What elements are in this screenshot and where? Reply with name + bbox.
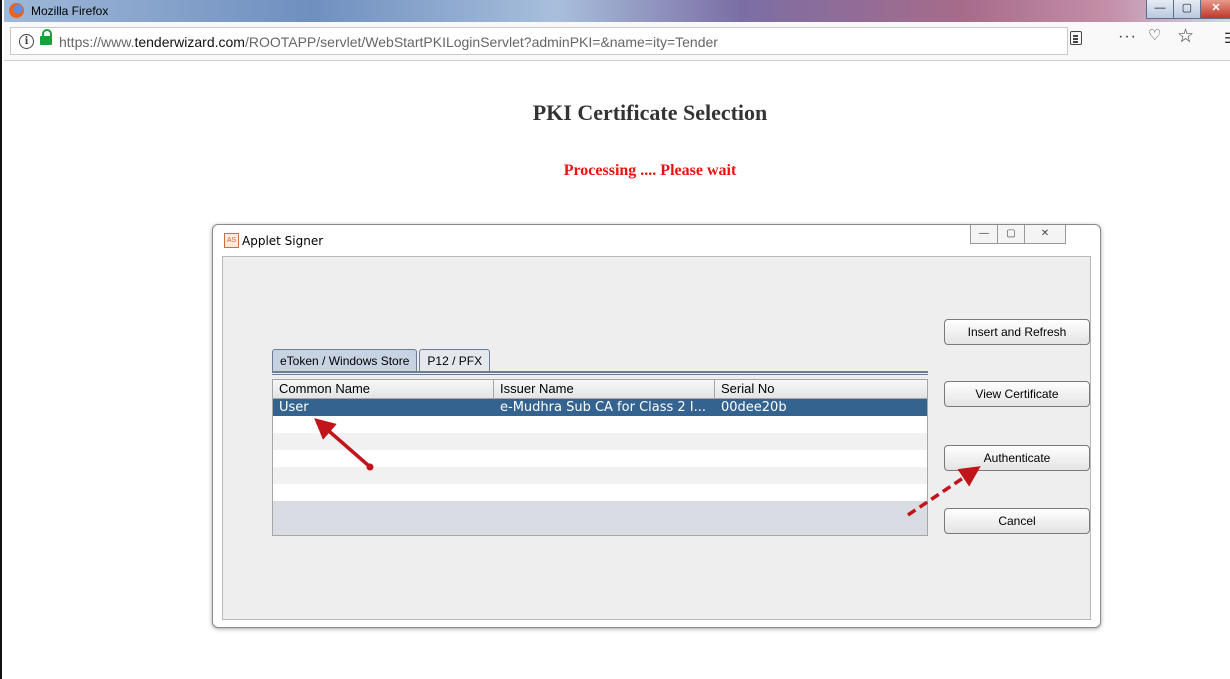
arrow-to-authenticate [907, 466, 981, 517]
browser-window: Mozilla Firefox — ▢ ✕ i https://www.tend… [0, 0, 1230, 679]
arrow-to-user-row [314, 418, 374, 471]
annotation-overlay [314, 418, 981, 517]
